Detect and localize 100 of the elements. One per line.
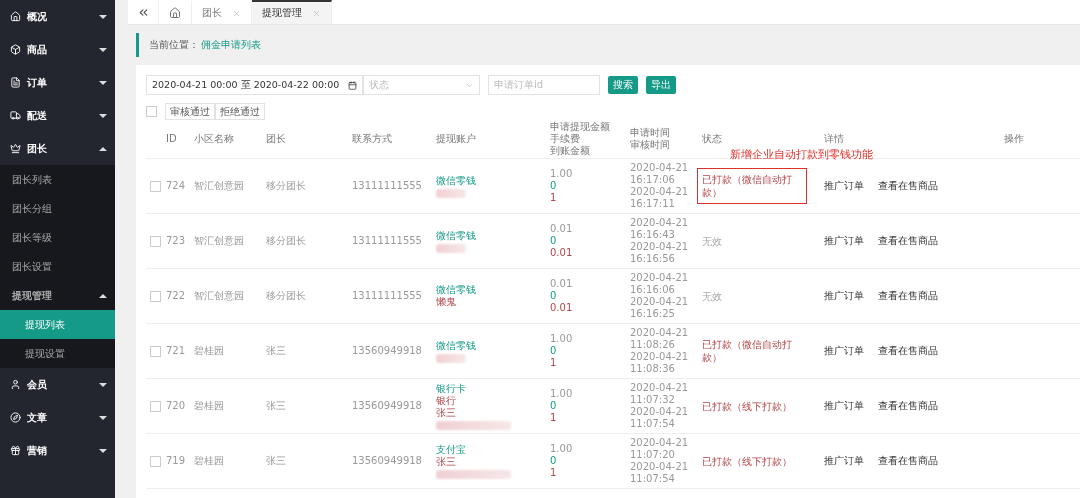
table-cell-text: 719 xyxy=(166,455,187,467)
page-tab[interactable]: 提现管理 xyxy=(252,0,332,24)
sidebar-subitem[interactable]: 团长等级 xyxy=(0,223,115,252)
table-cell-text: 720 xyxy=(166,400,187,412)
sidebar-subitem[interactable]: 提现设置 xyxy=(0,339,115,368)
detail-link[interactable]: 查看在售商品 xyxy=(878,344,938,358)
time-text: 11:07:54 xyxy=(630,418,676,430)
status-text: 已打款（微信自动打款） xyxy=(701,338,793,365)
time-text: 11:08:36 xyxy=(630,363,676,375)
time-text: 16:17:06 xyxy=(630,174,676,186)
sidebar-label: 配送 xyxy=(27,108,48,123)
table-cell-text: 724 xyxy=(166,180,187,192)
status-text: 无效 xyxy=(701,234,723,249)
status-text: 无效 xyxy=(701,289,723,304)
detail-link[interactable]: 查看在售商品 xyxy=(878,289,938,303)
row-checkbox[interactable] xyxy=(150,345,161,357)
account-text: 银行卡 xyxy=(436,382,467,395)
sidebar-item[interactable]: 概况 xyxy=(0,0,115,33)
sidebar-subitem[interactable]: 团长分组 xyxy=(0,194,115,223)
calendar-icon xyxy=(348,80,357,90)
sidebar-label: 概况 xyxy=(27,9,48,24)
row-checkbox[interactable] xyxy=(150,180,161,192)
compass-icon xyxy=(10,412,21,423)
batch-button[interactable]: 拒绝通过 xyxy=(215,103,265,120)
table-cell-text: 智汇创意园 xyxy=(194,180,245,192)
column-header: ID xyxy=(166,133,178,145)
sidebar-label: 营销 xyxy=(27,443,48,458)
sidebar-subitem[interactable]: 团长列表 xyxy=(0,165,115,194)
row-checkbox[interactable] xyxy=(150,455,161,467)
fee-text: 0 xyxy=(550,290,558,302)
time-text: 2020-04-21 xyxy=(630,461,690,473)
table-cell-text: 智汇创意园 xyxy=(194,235,245,247)
row-checkbox[interactable] xyxy=(150,235,161,247)
detail-link[interactable]: 推广订单 xyxy=(824,289,864,303)
time-text: 2020-04-21 xyxy=(630,186,690,198)
detail-link[interactable]: 推广订单 xyxy=(824,344,864,358)
home-icon xyxy=(169,7,181,19)
annotation-text: 新增企业自动打款到零钱功能 xyxy=(730,147,873,162)
time-text: 16:16:43 xyxy=(630,229,676,241)
row-checkbox[interactable] xyxy=(150,290,161,302)
time-text: 16:17:11 xyxy=(630,198,676,210)
table-cell-text: 移分团长 xyxy=(266,180,307,192)
action-button[interactable]: 搜索 xyxy=(608,76,638,94)
sidebar-item[interactable]: 订单 xyxy=(0,66,115,99)
sidebar-subitem[interactable]: 团长设置 xyxy=(0,252,115,281)
close-icon[interactable] xyxy=(232,8,241,18)
table-cell-text: 移分团长 xyxy=(266,235,307,247)
account-text: 张三 xyxy=(436,406,457,419)
batch-button[interactable]: 审核通过 xyxy=(165,103,215,120)
table-cell-text: 碧桂园 xyxy=(194,345,225,357)
table-cell-text: 移分团长 xyxy=(266,290,307,302)
account-text: 懒鬼 xyxy=(436,296,457,308)
detail-link[interactable]: 查看在售商品 xyxy=(878,234,938,248)
table-cell-text: 722 xyxy=(166,290,187,302)
truck-icon xyxy=(10,110,21,121)
sidebar-subitem[interactable]: 提现管理 xyxy=(0,281,115,310)
row-checkbox[interactable] xyxy=(150,400,161,412)
table-cell-text: 13111111555 xyxy=(352,235,423,247)
sidebar-item[interactable]: 商品 xyxy=(0,33,115,66)
user-icon xyxy=(10,379,21,390)
detail-link[interactable]: 推广订单 xyxy=(824,234,864,248)
sidebar-subitem[interactable]: 提现列表 xyxy=(0,310,115,339)
detail-link[interactable]: 查看在售商品 xyxy=(878,454,938,468)
column-header: 申请时间 审核时间 xyxy=(630,127,671,151)
amount-text: 0.01 xyxy=(550,278,574,290)
detail-link[interactable]: 查看在售商品 xyxy=(878,399,938,413)
received-text: 1 xyxy=(550,357,558,369)
table-cell-text: 13111111555 xyxy=(352,180,423,192)
column-header: 申请提现金额 手续费 到账金额 xyxy=(550,121,611,157)
column-header: 操作 xyxy=(1004,133,1025,145)
detail-link[interactable]: 推广订单 xyxy=(824,179,864,193)
sidebar-label: 文章 xyxy=(27,410,48,425)
sidebar-item[interactable]: 文章 xyxy=(0,401,115,434)
close-icon[interactable] xyxy=(312,8,321,18)
detail-link[interactable]: 查看在售商品 xyxy=(878,179,938,193)
redacted-mark xyxy=(436,243,466,253)
fee-text: 0 xyxy=(550,345,558,357)
detail-link[interactable]: 推广订单 xyxy=(824,454,864,468)
time-text: 2020-04-21 xyxy=(630,406,690,418)
amount-text: 1.00 xyxy=(550,333,574,345)
account-text: 张三 xyxy=(436,455,457,468)
sidebar-item[interactable]: 会员 xyxy=(0,368,115,401)
time-text: 11:07:32 xyxy=(630,394,676,406)
column-header: 团长 xyxy=(266,133,287,145)
redacted-mark xyxy=(436,353,466,363)
select-all-checkbox[interactable] xyxy=(146,106,157,117)
time-text: 11:08:26 xyxy=(630,339,676,351)
column-header: 提现账户 xyxy=(436,133,477,145)
table-cell-text: 张三 xyxy=(266,455,287,467)
detail-link[interactable]: 推广订单 xyxy=(824,399,864,413)
action-button[interactable]: 导出 xyxy=(646,76,676,94)
sidebar-item[interactable]: 配送 xyxy=(0,99,115,132)
date-range-field[interactable]: 2020-04-21 00:00 至 2020-04-22 00:00 xyxy=(146,75,363,95)
time-text: 2020-04-21 xyxy=(630,241,690,253)
table-cell-text: 碧桂园 xyxy=(194,400,225,412)
column-header: 联系方式 xyxy=(352,133,393,145)
sidebar-item[interactable]: 营销 xyxy=(0,434,115,467)
document-icon xyxy=(10,77,21,88)
table-cell-text: 张三 xyxy=(266,345,287,357)
sidebar-item[interactable]: 团长 xyxy=(0,132,115,165)
